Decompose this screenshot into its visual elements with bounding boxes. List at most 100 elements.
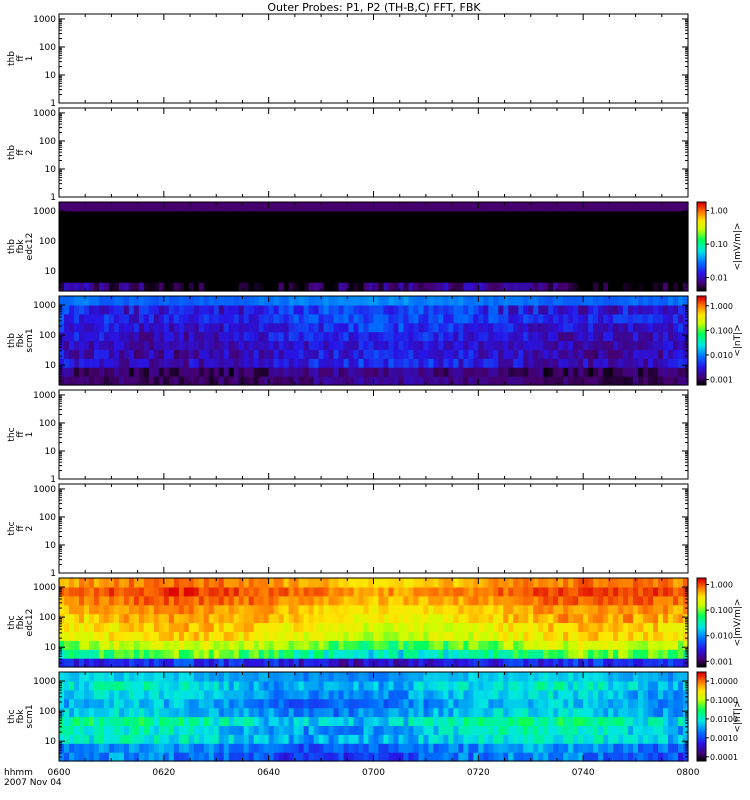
spectrogram-cell bbox=[638, 658, 644, 668]
spectrogram-cell bbox=[573, 304, 579, 315]
spectrogram-cell bbox=[248, 631, 255, 641]
spectrogram-cell bbox=[473, 331, 479, 342]
spectrogram-cell bbox=[128, 604, 135, 615]
spectrogram-cell bbox=[568, 358, 574, 368]
spectrogram-cell bbox=[668, 304, 674, 315]
spectrogram-cell bbox=[448, 331, 454, 342]
spectrogram-cell bbox=[623, 578, 629, 588]
spectrogram-cell bbox=[633, 246, 639, 256]
spectrogram-cell bbox=[303, 331, 310, 342]
spectrogram-cell bbox=[663, 246, 669, 256]
spectrogram-cell bbox=[348, 273, 355, 283]
spectrogram-cell bbox=[203, 613, 210, 624]
spectrogram-cell bbox=[473, 273, 479, 283]
spectrogram-cell bbox=[373, 322, 380, 333]
spectrogram-cell bbox=[143, 202, 150, 212]
spectrogram-cell bbox=[513, 586, 519, 597]
spectrogram-cell bbox=[593, 640, 599, 650]
spectrogram-cell bbox=[178, 586, 185, 597]
spectrogram-cell bbox=[603, 237, 609, 248]
spectrogram-cell bbox=[203, 273, 210, 283]
spectrogram-cell bbox=[648, 255, 654, 265]
spectrogram-cell bbox=[618, 631, 624, 641]
spectrogram-cell bbox=[108, 273, 115, 283]
spectrogram-cell bbox=[543, 273, 549, 283]
spectrogram-cell bbox=[93, 743, 100, 753]
spectrogram-cell bbox=[573, 202, 579, 212]
spectrogram-cell bbox=[148, 255, 155, 265]
spectrogram-cell bbox=[513, 358, 519, 368]
spectrogram-cell bbox=[118, 672, 125, 682]
spectrogram-cell bbox=[508, 604, 514, 615]
spectrogram-cell bbox=[273, 210, 280, 221]
spectrogram-cell bbox=[453, 264, 459, 274]
spectrogram-cell bbox=[243, 631, 250, 641]
spectrogram-cell bbox=[653, 613, 659, 624]
spectrogram-cell bbox=[548, 246, 554, 256]
spectrogram-cell bbox=[368, 349, 375, 359]
spectrogram-cell bbox=[288, 604, 295, 615]
spectrogram-cell bbox=[663, 578, 669, 588]
spectrogram-cell bbox=[93, 219, 100, 230]
spectrogram-cell bbox=[453, 631, 459, 641]
spectrogram-cell bbox=[583, 228, 589, 239]
spectrogram-cell bbox=[78, 340, 85, 350]
spectrogram-cell bbox=[413, 649, 420, 659]
spectrogram-cell bbox=[408, 658, 415, 668]
spectrogram-cell bbox=[668, 376, 674, 386]
spectrogram-cell bbox=[113, 219, 120, 230]
spectrogram-cell bbox=[368, 613, 375, 624]
spectrogram-cell bbox=[188, 331, 195, 342]
spectrogram-cell bbox=[593, 631, 599, 641]
spectrogram-cell bbox=[88, 376, 95, 386]
spectrogram-cell bbox=[198, 358, 205, 368]
spectrogram-cell bbox=[128, 228, 135, 239]
spectrogram-cell bbox=[298, 322, 305, 333]
spectrogram-cell bbox=[428, 358, 434, 368]
spectrogram-cell bbox=[653, 296, 659, 306]
spectrogram-cell bbox=[448, 578, 454, 588]
spectrogram-cell bbox=[573, 313, 579, 324]
spectrogram-cell bbox=[63, 707, 70, 718]
spectrogram-cell bbox=[393, 228, 400, 239]
spectrogram-cell bbox=[653, 649, 659, 659]
spectrogram-cell bbox=[653, 604, 659, 615]
spectrogram-cell bbox=[403, 586, 410, 597]
spectrogram-cell bbox=[558, 202, 564, 212]
spectrogram-cell bbox=[468, 640, 474, 650]
spectrogram-cell bbox=[383, 219, 390, 230]
spectrogram-cell bbox=[468, 340, 474, 350]
spectrogram-cell bbox=[98, 340, 105, 350]
spectrogram-cell bbox=[613, 313, 619, 324]
spectrogram-cell bbox=[343, 202, 350, 212]
spectrogram-cell bbox=[333, 255, 340, 265]
spectrogram-cell bbox=[328, 255, 335, 265]
spectrogram-cell bbox=[143, 658, 150, 668]
spectrogram-cell bbox=[198, 613, 205, 624]
spectrogram-cell bbox=[358, 604, 365, 615]
spectrogram-cell bbox=[538, 304, 544, 315]
spectrogram-cell bbox=[588, 202, 594, 212]
spectrogram-cell bbox=[168, 304, 175, 315]
spectrogram-cell bbox=[238, 622, 245, 632]
spectrogram-cell bbox=[208, 304, 215, 315]
spectrogram-cell bbox=[553, 622, 559, 632]
spectrogram-cell bbox=[288, 202, 295, 212]
spectrogram-cell bbox=[498, 649, 504, 659]
spectrogram-cell bbox=[583, 282, 589, 292]
spectrogram-cell bbox=[488, 219, 494, 230]
spectrogram-cell bbox=[513, 367, 519, 377]
spectrogram-cell bbox=[623, 595, 629, 606]
spectrogram-cell bbox=[143, 228, 150, 239]
spectrogram-cell bbox=[513, 219, 519, 230]
spectrogram-cell bbox=[368, 649, 375, 659]
colorbar: 0.010.101.00<|mV/m|> bbox=[696, 201, 743, 292]
spectrogram-cell bbox=[143, 322, 150, 333]
spectrogram-cell bbox=[603, 595, 609, 606]
spectrogram-cell bbox=[643, 578, 649, 588]
spectrogram-cell bbox=[378, 273, 385, 283]
spectrogram-cell bbox=[463, 219, 469, 230]
spectrogram-cell bbox=[638, 376, 644, 386]
spectrogram-cell bbox=[308, 376, 315, 386]
spectrogram-cell bbox=[238, 649, 245, 659]
